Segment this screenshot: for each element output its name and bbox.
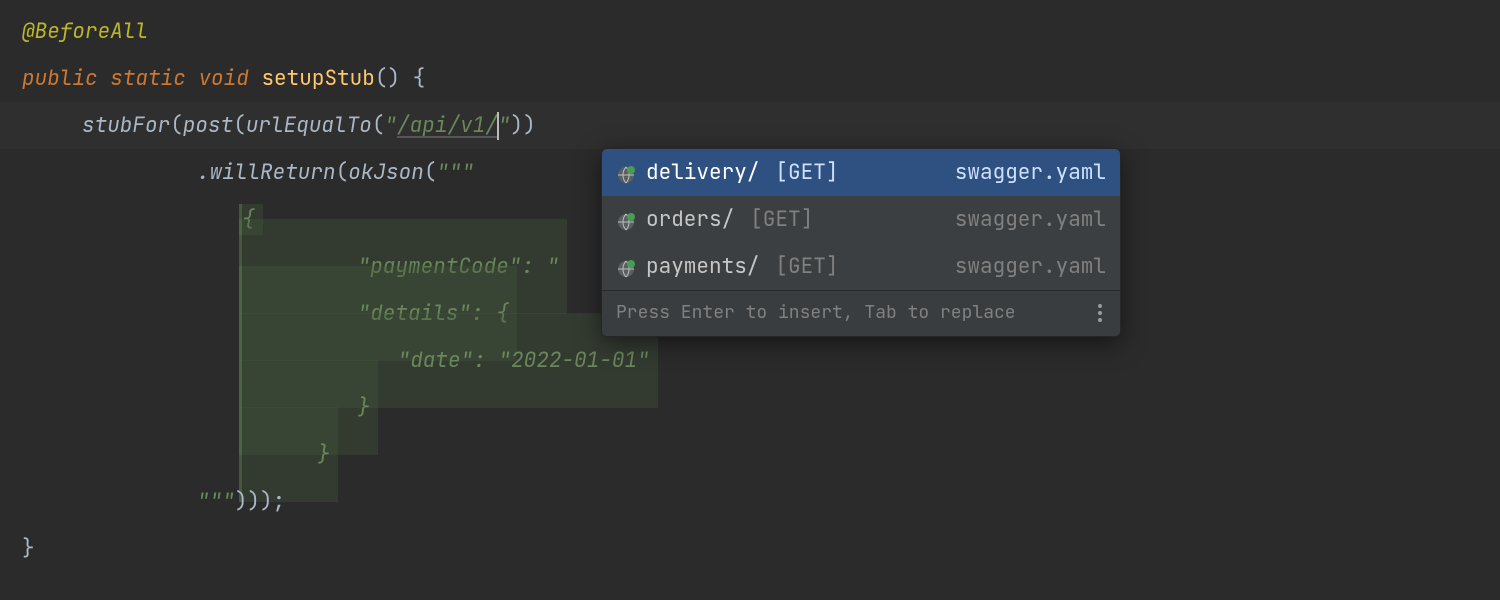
close-tail: ))); xyxy=(235,486,285,518)
string-open: " xyxy=(384,110,397,142)
completion-item-method: [GET] xyxy=(750,204,813,236)
json-brace-close: } xyxy=(318,441,331,468)
json-colon: : xyxy=(473,347,498,374)
completion-item-source: swagger.yaml xyxy=(955,251,1106,283)
completion-item[interactable]: orders/ [GET] swagger.yaml xyxy=(602,196,1120,243)
ident-post: post xyxy=(183,110,233,142)
code-line: } xyxy=(22,525,1500,572)
completion-hint-text: Press Enter to insert, Tab to replace xyxy=(616,299,1016,326)
completion-item[interactable]: delivery/ [GET] swagger.yaml xyxy=(602,149,1120,196)
triple-quote-open: """ xyxy=(436,157,474,189)
annotation: @BeforeAll xyxy=(22,16,148,48)
globe-icon xyxy=(616,257,636,277)
parens: () xyxy=(375,63,400,95)
json-brace-close: } xyxy=(358,394,371,421)
brace-close: } xyxy=(22,533,35,565)
completion-item-source: swagger.yaml xyxy=(955,157,1106,189)
json-val: " xyxy=(547,253,560,280)
ident-willReturn: .willReturn xyxy=(197,157,336,189)
url-string: /api/v1/ xyxy=(397,110,498,142)
string-close: " xyxy=(498,110,511,142)
triple-quote-close: """ xyxy=(197,486,235,518)
more-options-icon[interactable] xyxy=(1094,300,1106,326)
completion-item-method: [GET] xyxy=(775,157,838,189)
ident-stubFor: stubFor xyxy=(82,110,170,142)
completion-item-name: payments/ xyxy=(646,251,759,283)
code-line: @BeforeAll xyxy=(22,8,1500,55)
json-val: "2022-01-01" xyxy=(498,347,649,374)
method-name: setupStub xyxy=(261,63,374,95)
ident-okJson: okJson xyxy=(348,157,424,189)
completion-hint-bar: Press Enter to insert, Tab to replace xyxy=(602,290,1120,336)
code-line: } xyxy=(22,431,1500,478)
completion-item-name: delivery/ xyxy=(646,157,759,189)
globe-icon xyxy=(616,163,636,183)
code-line: stubFor(post(urlEqualTo("/api/v1/")) xyxy=(22,102,1500,149)
completion-item-name: orders/ xyxy=(646,204,734,236)
json-colon: : xyxy=(521,253,546,280)
keyword-public: public xyxy=(22,63,98,95)
completion-item[interactable]: payments/ [GET] swagger.yaml xyxy=(602,243,1120,290)
code-line: public static void setupStub() { xyxy=(22,55,1500,102)
keyword-void: void xyxy=(198,63,248,95)
completion-item-method: [GET] xyxy=(775,251,838,283)
keyword-static: static xyxy=(110,63,186,95)
globe-icon xyxy=(616,210,636,230)
completion-popup[interactable]: delivery/ [GET] swagger.yaml orders/ [GET] sw… xyxy=(601,148,1121,337)
ident-urlEqualTo: urlEqualTo xyxy=(246,110,372,142)
json-key: "date" xyxy=(398,347,474,374)
completion-item-source: swagger.yaml xyxy=(955,204,1106,236)
code-line: """))); xyxy=(22,478,1500,525)
brace-open: { xyxy=(400,63,425,95)
